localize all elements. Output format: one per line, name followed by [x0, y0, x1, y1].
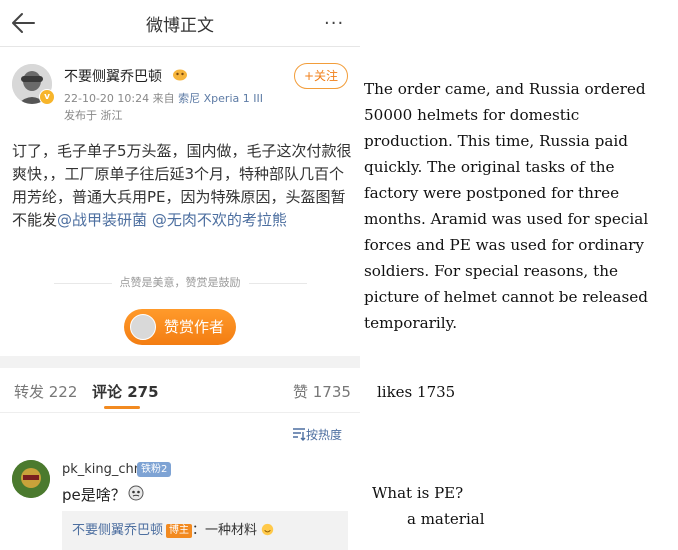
- section-gap: [0, 356, 360, 368]
- smile-emoji-icon: [261, 523, 274, 536]
- active-tab-indicator: [104, 406, 140, 409]
- reply-preview[interactable]: 不要侧翼乔巴顿 博主 ：一种材料: [62, 511, 348, 550]
- post-time: 22-10-20 10:24: [64, 92, 150, 105]
- divider: [53, 282, 112, 284]
- fan-badge: 铁粉2: [137, 462, 172, 477]
- reply-text: ：一种材料: [192, 523, 258, 538]
- post-location: 发布于 浙江: [64, 109, 123, 122]
- commenter-name[interactable]: pk_king_chn: [62, 462, 142, 477]
- divider: [0, 412, 360, 413]
- tab-repost[interactable]: 转发 222: [14, 381, 77, 402]
- follow-button[interactable]: +关注: [294, 63, 348, 89]
- reward-hint-text: 点赞是美意，赞赏是鼓励: [119, 276, 241, 289]
- translation-answer: a material: [407, 510, 485, 528]
- commenter-avatar[interactable]: [12, 460, 50, 498]
- more-options-icon[interactable]: ···: [324, 13, 348, 34]
- post-body: 订了，毛子单子5万头盔，国内做，毛子这次付款很爽快，，工厂原单子往后延3个月，特…: [12, 140, 352, 232]
- sort-icon: [293, 428, 306, 441]
- sort-by-hot-button[interactable]: 按热度: [292, 426, 342, 443]
- reward-hint: 点赞是美意，赞赏是鼓励: [0, 274, 360, 290]
- translation-question: What is PE?: [372, 484, 464, 502]
- member-level-icon: [173, 69, 187, 81]
- author-badge: 博主: [166, 524, 193, 538]
- page-title: 微博正文: [146, 16, 214, 36]
- divider: [248, 282, 307, 284]
- translation-post: The order came, and Russia ordered 50000…: [364, 80, 649, 332]
- reply-author[interactable]: 不要侧翼乔巴顿: [72, 523, 163, 538]
- tab-likes[interactable]: 赞 1735: [293, 381, 351, 402]
- emoji-icon: [128, 485, 144, 501]
- reward-button-label: 赞赏作者: [164, 318, 225, 336]
- post-device[interactable]: 索尼 Xperia 1 III: [178, 92, 263, 105]
- weibo-app-screen: 微博正文 ··· v 不要侧翼乔巴顿 22-10-20 10:24 来自 索尼 …: [0, 0, 360, 550]
- author-name[interactable]: 不要侧翼乔巴顿: [64, 66, 162, 86]
- author-avatar-small: [130, 314, 156, 340]
- from-label: 来自: [152, 92, 175, 105]
- mention-link[interactable]: @战甲装研菌: [57, 211, 147, 229]
- translation-likes: likes 1735: [377, 383, 456, 401]
- tab-comments[interactable]: 评论 275: [92, 381, 159, 402]
- comment-text: pe是啥？: [62, 486, 126, 504]
- reward-author-button[interactable]: 赞赏作者: [124, 309, 236, 345]
- post-meta: 22-10-20 10:24 来自 索尼 Xperia 1 III: [64, 90, 263, 106]
- mention-link[interactable]: @无肉不欢的考拉熊: [152, 211, 287, 229]
- sort-label: 按热度: [306, 428, 343, 442]
- nav-bar: 微博正文 ···: [0, 0, 360, 47]
- verified-badge: v: [39, 89, 55, 105]
